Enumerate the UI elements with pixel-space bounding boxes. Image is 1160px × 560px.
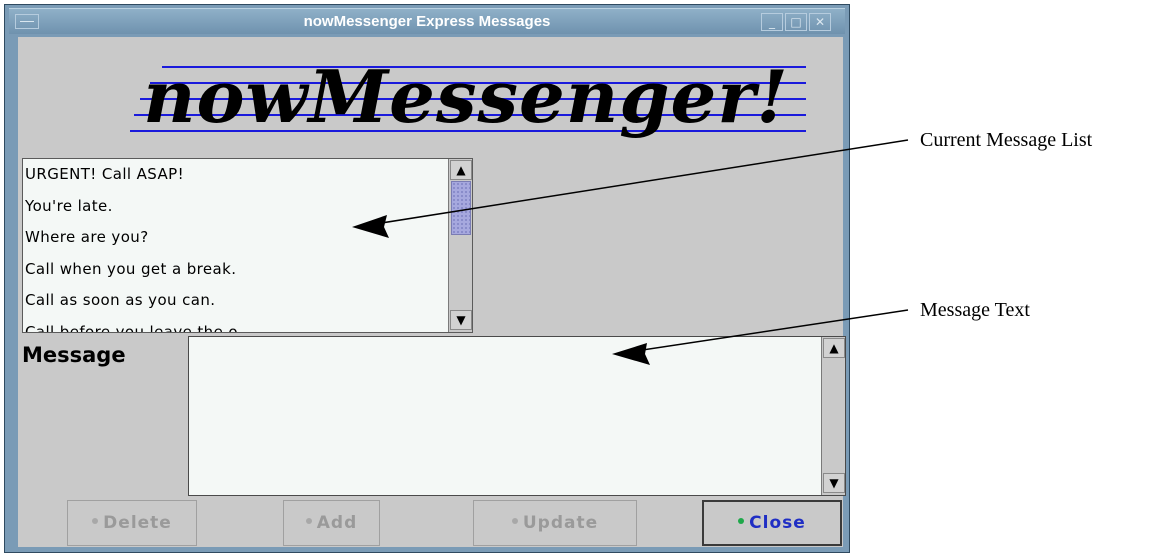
callout-message-text: Message Text	[920, 299, 1030, 321]
annotation-arrows	[352, 139, 909, 365]
message-text-arrow	[615, 309, 909, 355]
message-list-arrow	[355, 139, 909, 228]
callout-message-list: Current Message List	[920, 129, 1093, 151]
arrowhead-icon	[352, 215, 389, 238]
arrowhead-icon	[612, 343, 650, 365]
